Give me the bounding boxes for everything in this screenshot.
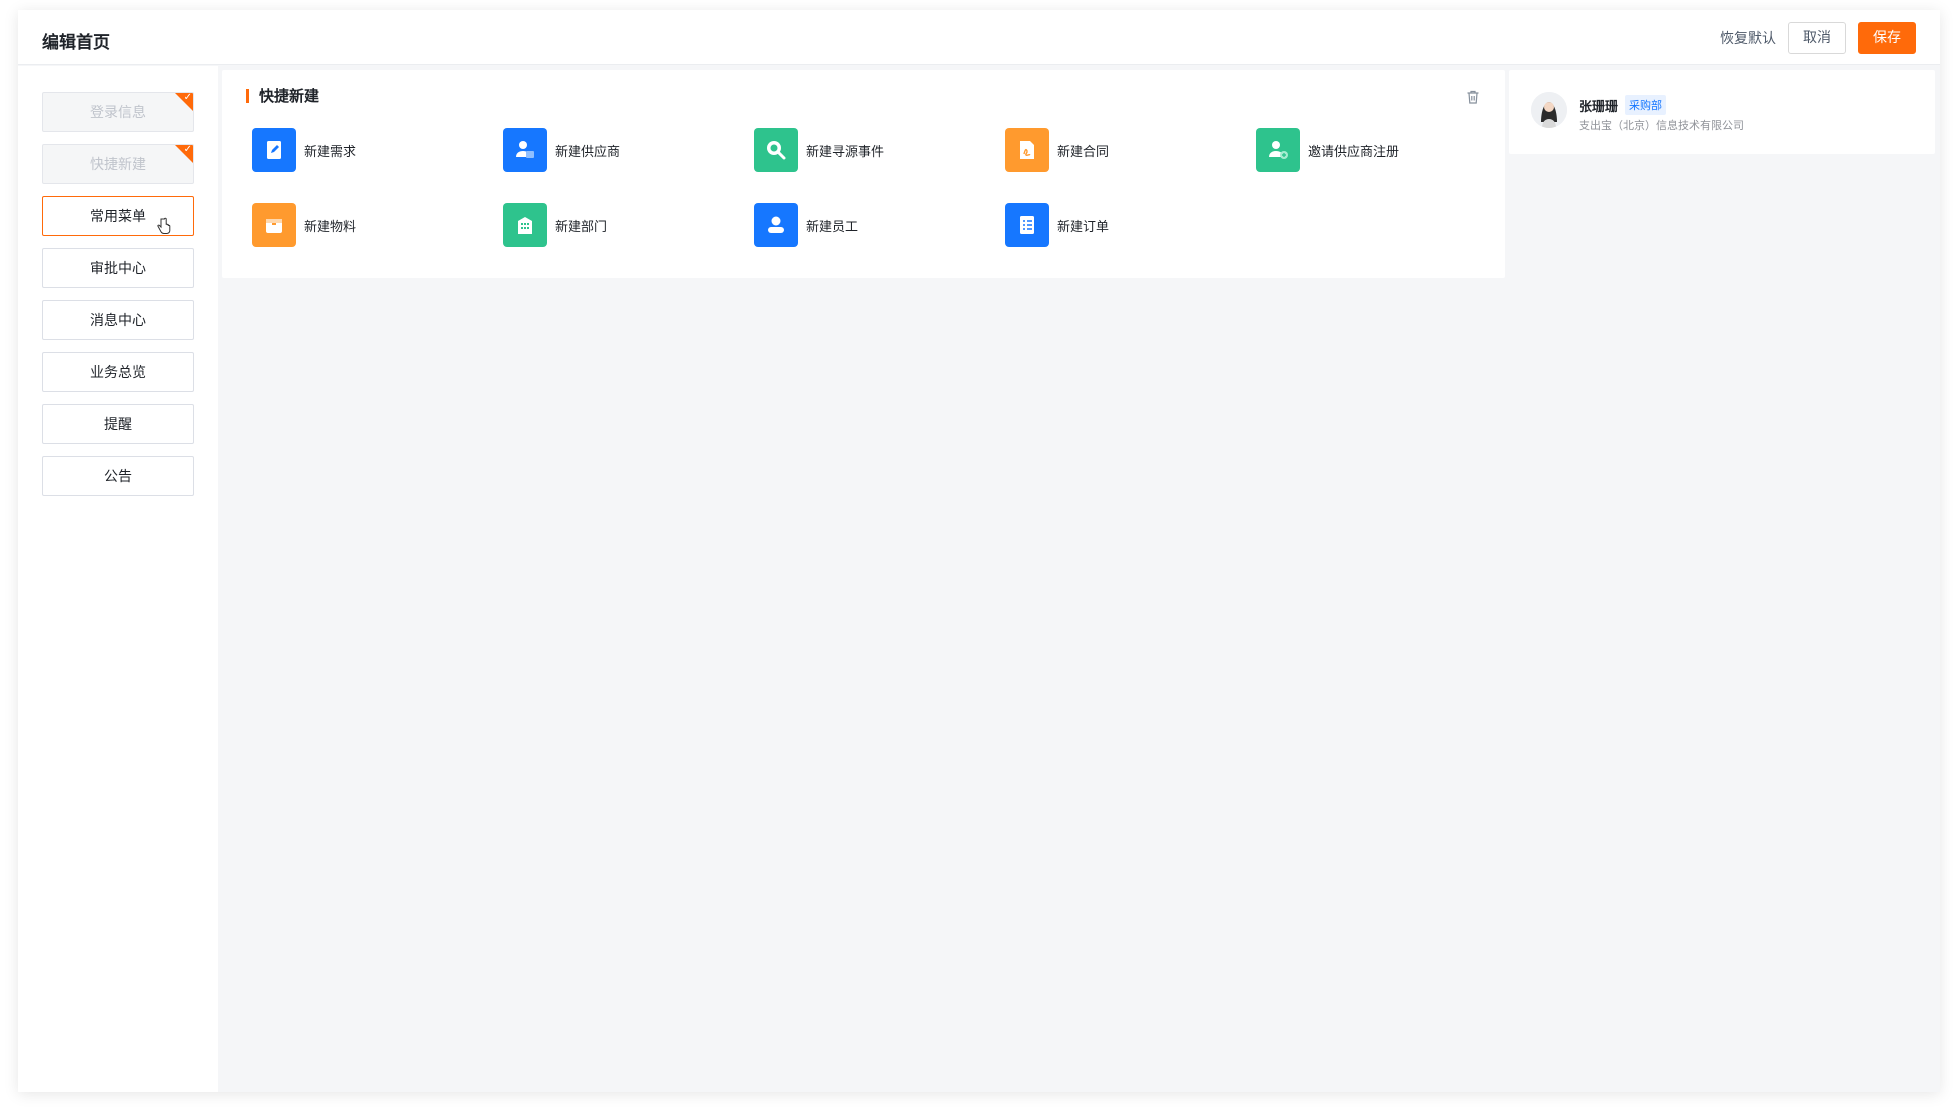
sidebar-item-label: 公告 bbox=[104, 469, 132, 485]
search-icon bbox=[754, 128, 798, 172]
sidebar-item-label: 业务总览 bbox=[90, 365, 146, 381]
sidebar-item-message-center[interactable]: 消息中心 bbox=[42, 300, 194, 340]
invite-user-icon bbox=[1256, 128, 1300, 172]
check-icon: ✓ bbox=[183, 92, 192, 103]
user-icon bbox=[754, 203, 798, 247]
quick-item-label: 邀请供应商注册 bbox=[1308, 144, 1400, 160]
edit-homepage-window: 编辑首页 恢复默认 取消 保存 登录信息 ✓ 快捷新建 ✓ 常用菜单 审批中心 bbox=[18, 10, 1940, 1092]
header-actions: 恢复默认 取消 保存 bbox=[1720, 22, 1916, 54]
sidebar-item-quick-create[interactable]: 快捷新建 ✓ bbox=[42, 144, 194, 184]
quick-item-label: 新建员工 bbox=[806, 219, 859, 235]
check-icon: ✓ bbox=[183, 144, 192, 155]
sidebar-item-label: 消息中心 bbox=[90, 313, 146, 329]
supplier-icon bbox=[503, 128, 547, 172]
quick-item-new-department[interactable]: 新建部门 bbox=[503, 203, 607, 247]
quick-item-new-supplier[interactable]: 新建供应商 bbox=[503, 128, 620, 172]
save-button[interactable]: 保存 bbox=[1858, 22, 1916, 54]
login-info-card: 张珊珊 采购部 支出宝（北京）信息技术有限公司 bbox=[1509, 70, 1935, 154]
sidebar-item-common-menu[interactable]: 常用菜单 bbox=[42, 196, 194, 236]
quick-item-label: 新建订单 bbox=[1057, 219, 1110, 235]
quick-item-new-sourcing-event[interactable]: 新建寻源事件 bbox=[754, 128, 884, 172]
quick-item-new-order[interactable]: 新建订单 bbox=[1005, 203, 1109, 247]
page-title: 编辑首页 bbox=[42, 33, 110, 53]
quick-item-label: 新建部门 bbox=[555, 219, 608, 235]
sidebar-item-business-overview[interactable]: 业务总览 bbox=[42, 352, 194, 392]
sidebar-item-approval-center[interactable]: 审批中心 bbox=[42, 248, 194, 288]
building-icon bbox=[503, 203, 547, 247]
quick-item-new-requirement[interactable]: 新建需求 bbox=[252, 128, 356, 172]
restore-default-button[interactable]: 恢复默认 bbox=[1720, 28, 1776, 48]
sidebar-item-login-info[interactable]: 登录信息 ✓ bbox=[42, 92, 194, 132]
contract-icon bbox=[1005, 128, 1049, 172]
quick-create-card: 快捷新建 新建需求 新建供应商 新建寻源事件 新建合同 邀请供应商注册 新建物料… bbox=[222, 70, 1505, 278]
avatar bbox=[1531, 92, 1567, 128]
sidebar-item-announcements[interactable]: 公告 bbox=[42, 456, 194, 496]
quick-item-label: 新建合同 bbox=[1057, 144, 1110, 160]
sidebar-item-label: 审批中心 bbox=[90, 261, 146, 277]
edit-doc-icon bbox=[252, 128, 296, 172]
quick-item-label: 新建供应商 bbox=[555, 144, 621, 160]
module-sidebar: 登录信息 ✓ 快捷新建 ✓ 常用菜单 审批中心 消息中心 业务总览 提醒 公告 bbox=[18, 66, 218, 1092]
hand-cursor-icon bbox=[157, 217, 171, 234]
box-icon bbox=[252, 203, 296, 247]
cancel-button[interactable]: 取消 bbox=[1788, 22, 1846, 54]
quick-item-label: 新建需求 bbox=[304, 144, 357, 160]
quick-item-label: 新建寻源事件 bbox=[806, 144, 885, 160]
order-icon bbox=[1005, 203, 1049, 247]
quick-item-new-contract[interactable]: 新建合同 bbox=[1005, 128, 1109, 172]
sidebar-item-label: 快捷新建 bbox=[90, 157, 146, 173]
header-bar: 编辑首页 恢复默认 取消 保存 bbox=[18, 10, 1940, 65]
quick-item-new-employee[interactable]: 新建员工 bbox=[754, 203, 858, 247]
sidebar-item-label: 提醒 bbox=[104, 417, 132, 433]
quick-item-label: 新建物料 bbox=[304, 219, 357, 235]
department-badge: 采购部 bbox=[1625, 95, 1666, 115]
quick-item-invite-supplier[interactable]: 邀请供应商注册 bbox=[1256, 128, 1399, 172]
company-name: 支出宝（北京）信息技术有限公司 bbox=[1579, 119, 1744, 132]
user-name: 张珊珊 bbox=[1579, 100, 1619, 115]
quick-item-new-material[interactable]: 新建物料 bbox=[252, 203, 356, 247]
sidebar-item-label: 常用菜单 bbox=[90, 209, 146, 225]
card-title: 快捷新建 bbox=[246, 89, 319, 104]
trash-icon[interactable] bbox=[1465, 89, 1481, 105]
sidebar-item-label: 登录信息 bbox=[90, 105, 146, 121]
sidebar-item-reminders[interactable]: 提醒 bbox=[42, 404, 194, 444]
